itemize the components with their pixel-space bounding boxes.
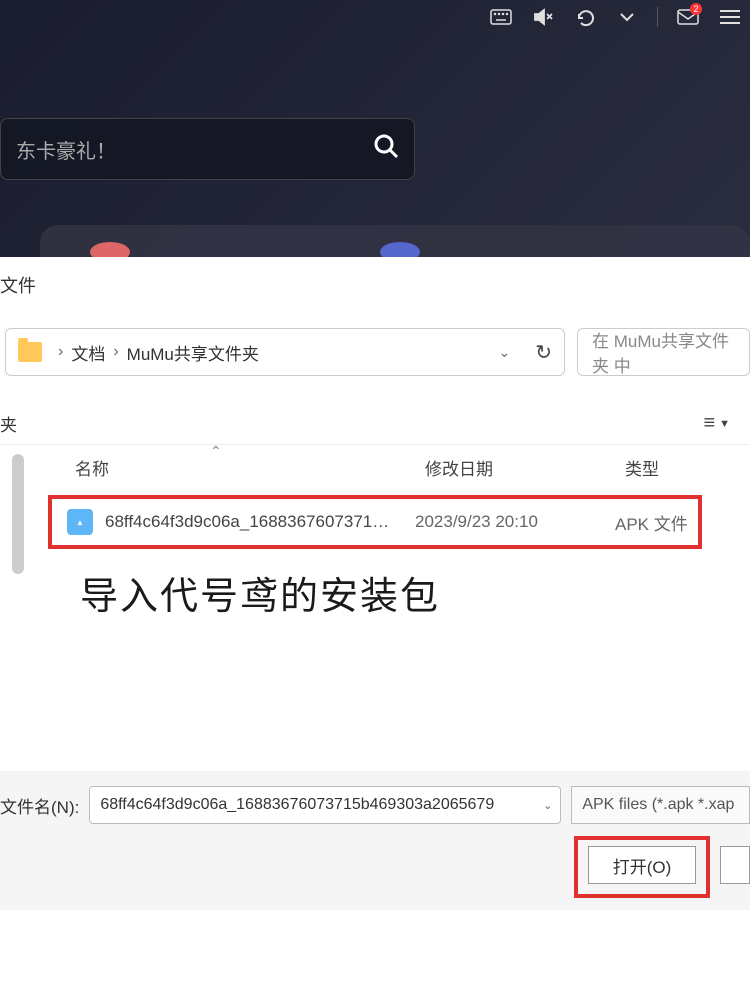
action-buttons-row: 打开(O)	[0, 836, 750, 898]
filename-input[interactable]: 68ff4c64f3d9c06a_16883676073715b469303a2…	[89, 786, 561, 824]
app-row-preview	[40, 225, 750, 257]
cancel-button-partial[interactable]	[720, 846, 750, 884]
breadcrumb-item[interactable]: 文档	[71, 340, 105, 365]
emulator-search-bar[interactable]: 东卡豪礼！	[0, 118, 415, 180]
scrollbar-thumb[interactable]	[12, 454, 24, 574]
menu-icon[interactable]	[718, 5, 742, 29]
file-type-cell: APK 文件	[615, 510, 698, 535]
dialog-title: 文件	[0, 257, 750, 313]
search-icon[interactable]	[373, 133, 399, 166]
file-list: ⌃ 名称 修改日期 类型 68ff4c64f3d9c06a_1688367607…	[0, 444, 750, 549]
filename-row: 文件名(N): 68ff4c64f3d9c06a_16883676073715b…	[0, 786, 750, 836]
sort-indicator-icon: ⌃	[210, 443, 222, 460]
mail-icon[interactable]: 2	[676, 5, 700, 29]
column-name-header[interactable]: ⌃ 名称	[0, 455, 425, 480]
file-row[interactable]: 68ff4c64f3d9c06a_1688367607371… 2023/9/2…	[52, 509, 698, 535]
column-type-header[interactable]: 类型	[625, 455, 750, 480]
toolbar-divider	[657, 7, 658, 27]
view-options-row: 夹 ≡ ▼	[0, 411, 750, 436]
apk-file-icon	[67, 509, 93, 535]
file-name-cell: 68ff4c64f3d9c06a_1688367607371…	[105, 512, 415, 532]
filename-dropdown-icon[interactable]: ⌄	[543, 799, 552, 812]
search-placeholder-text: 东卡豪礼！	[16, 135, 373, 164]
folder-icon	[18, 342, 42, 362]
view-toggle-icon[interactable]: ≡ ▼	[703, 412, 730, 435]
column-date-header[interactable]: 修改日期	[425, 455, 625, 480]
breadcrumb-separator: ›	[113, 343, 118, 361]
open-button[interactable]: 打开(O)	[588, 846, 696, 884]
page-bottom-margin	[0, 910, 750, 998]
emulator-toolbar: 2	[489, 5, 742, 29]
view-label: 夹	[0, 411, 17, 436]
highlighted-file-annotation: 68ff4c64f3d9c06a_1688367607371… 2023/9/2…	[48, 495, 702, 549]
undo-icon[interactable]	[573, 5, 597, 29]
search-in-folder-input[interactable]: 在 MuMu共享文件夹 中	[577, 328, 750, 376]
chevron-down-icon[interactable]	[615, 5, 639, 29]
keyboard-icon[interactable]	[489, 5, 513, 29]
highlighted-open-annotation: 打开(O)	[574, 836, 710, 898]
breadcrumb-item[interactable]: MuMu共享文件夹	[127, 340, 259, 365]
refresh-icon[interactable]: ↻	[535, 340, 552, 365]
instruction-overlay-text: 导入代号鸢的安装包	[80, 565, 440, 620]
breadcrumb-bar[interactable]: › 文档 › MuMu共享文件夹 ⌄ ↻	[5, 328, 565, 376]
breadcrumb-separator: ›	[58, 343, 63, 361]
filename-label: 文件名(N):	[0, 793, 79, 818]
notification-badge: 2	[690, 3, 702, 15]
navigation-row: › 文档 › MuMu共享文件夹 ⌄ ↻ 在 MuMu共享文件夹 中	[0, 328, 750, 376]
dialog-footer: 文件名(N): 68ff4c64f3d9c06a_16883676073715b…	[0, 771, 750, 910]
breadcrumb-dropdown-icon[interactable]: ⌄	[499, 344, 511, 361]
file-date-cell: 2023/9/23 20:10	[415, 512, 615, 532]
volume-mute-icon[interactable]	[531, 5, 555, 29]
file-type-filter[interactable]: APK files (*.apk *.xap	[571, 786, 750, 824]
column-headers: ⌃ 名称 修改日期 类型	[0, 444, 750, 490]
